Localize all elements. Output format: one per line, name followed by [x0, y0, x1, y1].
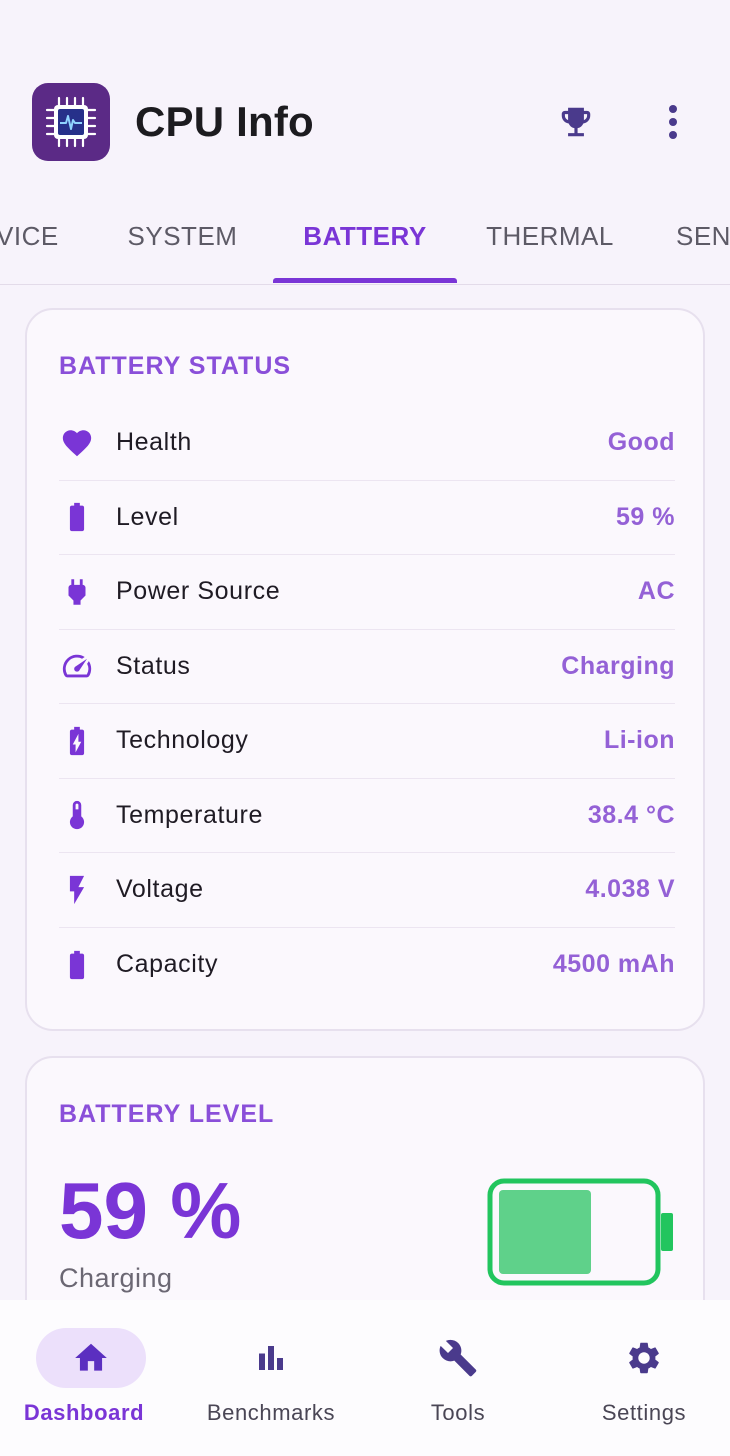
- tab-battery[interactable]: BATTERY: [273, 190, 457, 282]
- row-value: Good: [607, 428, 675, 457]
- trophy-icon: [561, 107, 591, 137]
- row-value: AC: [637, 577, 675, 606]
- thermometer-icon: [59, 797, 95, 833]
- nav-label: Tools: [430, 1400, 486, 1425]
- battery-level-value: 59 %: [59, 1166, 242, 1255]
- gear-icon: [629, 1342, 659, 1374]
- tab-device[interactable]: VICE: [0, 190, 58, 282]
- bottom-navigation: Dashboard Benchmarks Tools Settings: [0, 1300, 730, 1456]
- nav-benchmarks[interactable]: Benchmarks: [180, 1300, 362, 1456]
- list-item: Technology Li-ion: [59, 704, 675, 779]
- heart-icon: [59, 425, 95, 461]
- row-value: 59 %: [616, 502, 675, 531]
- more-vert-icon: [669, 105, 677, 139]
- list-item: Status Charging: [59, 630, 675, 704]
- nav-label: Settings: [601, 1400, 687, 1425]
- battery-level-graphic: [487, 1178, 673, 1286]
- speedometer-icon: [59, 648, 95, 684]
- row-label: Temperature: [116, 800, 263, 829]
- row-label: Capacity: [116, 950, 219, 979]
- row-label: Level: [116, 502, 179, 531]
- bolt-icon: [59, 872, 95, 908]
- nav-icon-holder: [403, 1328, 513, 1388]
- nav-label: Benchmarks: [206, 1400, 336, 1425]
- bar-chart-icon: [259, 1346, 283, 1370]
- list-item: Capacity 4500 mAh: [59, 928, 675, 1003]
- battery-icon: [59, 499, 95, 535]
- tab-sensors[interactable]: SENS: [676, 190, 730, 282]
- home-icon: [75, 1343, 107, 1371]
- row-value: Li-ion: [603, 726, 675, 755]
- nav-icon-holder: [589, 1328, 699, 1388]
- battery-icon: [59, 947, 95, 983]
- app-title: CPU Info: [135, 98, 314, 145]
- tab-system[interactable]: SYSTEM: [100, 190, 265, 282]
- row-label: Health: [116, 428, 192, 457]
- active-tab-indicator: [273, 278, 457, 283]
- battery-bolt-icon: [59, 723, 95, 759]
- row-value: 38.4 °C: [587, 800, 675, 829]
- nav-label: Dashboard: [23, 1400, 145, 1425]
- list-item: Level 59 %: [59, 481, 675, 555]
- battery-status-list: Health Good Level 59 % Power Source AC S…: [59, 406, 675, 1002]
- row-value: 4500 mAh: [552, 950, 675, 979]
- more-options-button[interactable]: [650, 98, 696, 146]
- row-label: Technology: [116, 726, 249, 755]
- list-item: Temperature 38.4 °C: [59, 779, 675, 853]
- app-logo-icon: [32, 83, 110, 161]
- app-bar: CPU Info: [0, 0, 730, 190]
- nav-tools[interactable]: Tools: [367, 1300, 549, 1456]
- row-value: 4.038 V: [585, 875, 675, 904]
- card-title: BATTERY STATUS: [59, 352, 292, 380]
- nav-dashboard[interactable]: Dashboard: [0, 1300, 182, 1456]
- row-value: Charging: [561, 651, 675, 680]
- plug-icon: [59, 574, 95, 610]
- row-label: Status: [116, 651, 191, 680]
- nav-settings[interactable]: Settings: [553, 1300, 730, 1456]
- list-item: Power Source AC: [59, 555, 675, 630]
- trophy-button[interactable]: [552, 98, 600, 146]
- row-label: Voltage: [116, 875, 204, 904]
- wrench-icon: [439, 1339, 477, 1377]
- card-title: BATTERY LEVEL: [59, 1100, 275, 1128]
- list-item: Voltage 4.038 V: [59, 853, 675, 928]
- nav-icon-holder: [216, 1328, 326, 1388]
- nav-active-pill: [36, 1328, 146, 1388]
- battery-status-card: BATTERY STATUS Health Good Level 59 % Po…: [25, 308, 705, 1031]
- list-item: Health Good: [59, 406, 675, 481]
- tab-thermal[interactable]: THERMAL: [470, 190, 630, 282]
- battery-charging-status: Charging: [59, 1263, 173, 1293]
- row-label: Power Source: [116, 577, 281, 606]
- tab-strip: VICE SYSTEM BATTERY THERMAL SENS: [0, 190, 730, 285]
- battery-fill: [499, 1190, 591, 1274]
